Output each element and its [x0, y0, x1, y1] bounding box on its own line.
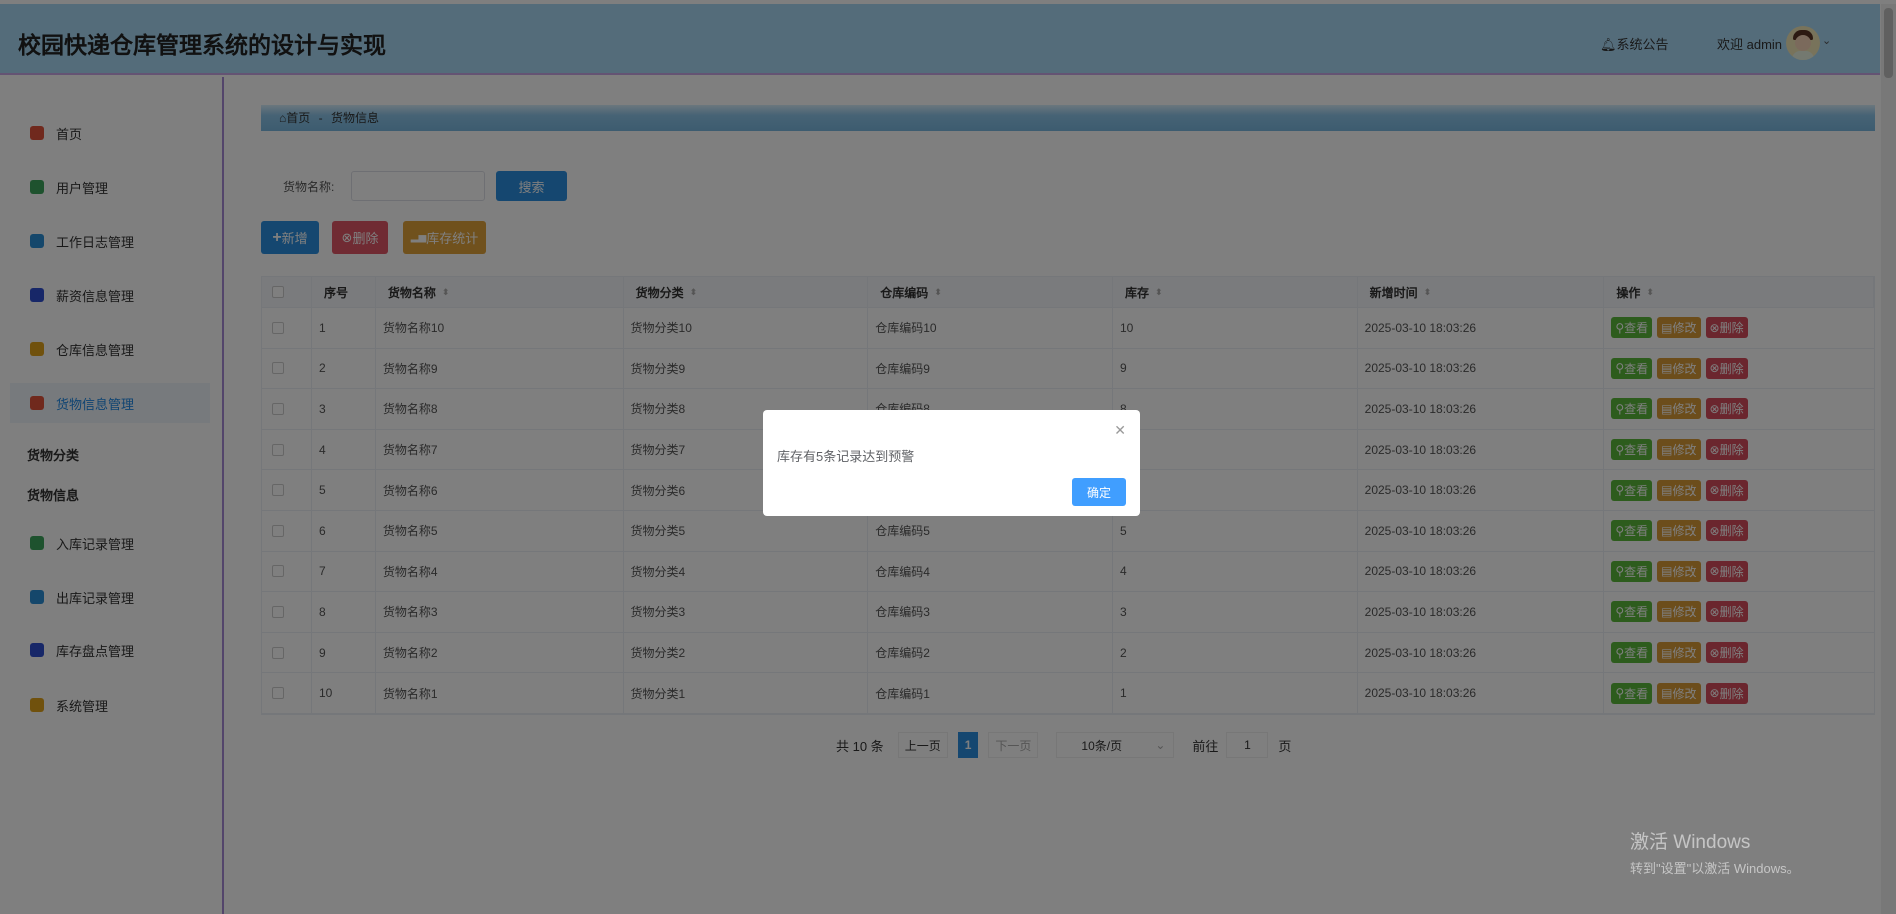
confirm-button[interactable]: 确定 [1072, 478, 1126, 506]
watermark-subtitle: 转到"设置"以激活 Windows。 [1630, 861, 1800, 876]
close-icon[interactable]: ✕ [1114, 422, 1126, 439]
dialog-message: 库存有5条记录达到预警 [777, 449, 915, 464]
windows-activation-watermark: 激活 Windows 转到"设置"以激活 Windows。 [1630, 827, 1800, 877]
warning-dialog: ✕ 库存有5条记录达到预警 确定 [763, 410, 1140, 516]
watermark-title: 激活 Windows [1630, 832, 1751, 853]
